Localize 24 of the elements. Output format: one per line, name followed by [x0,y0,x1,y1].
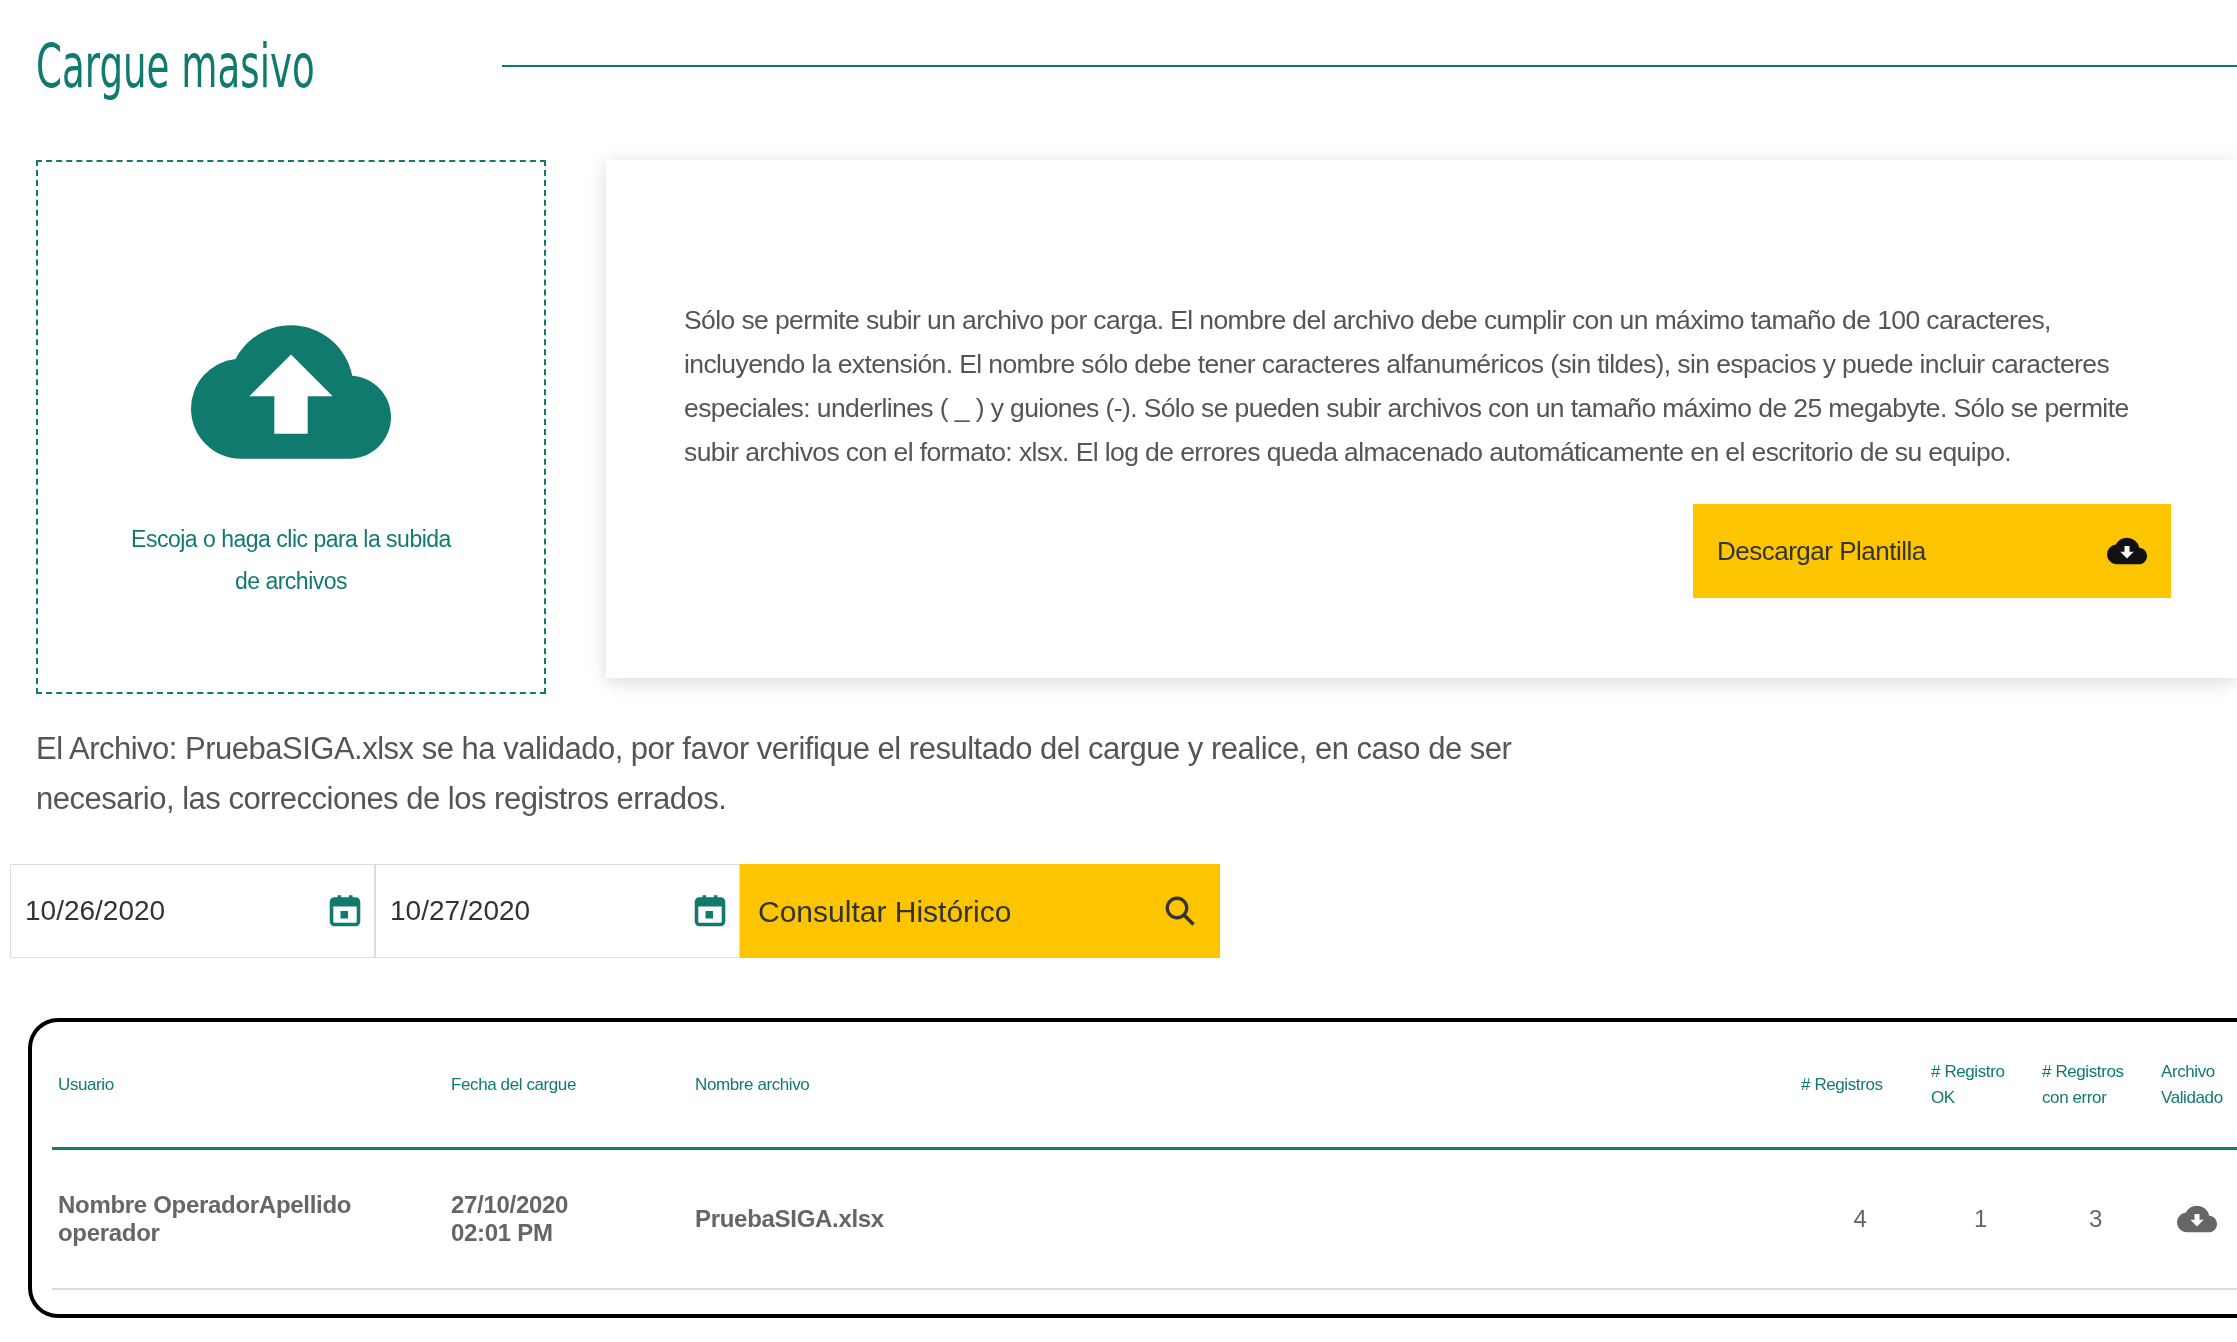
table-cell: PruebaSIGA.xlsx [689,1150,1795,1290]
page-title: Cargue masivo [36,30,315,102]
column-header: Fecha del cargue [445,1022,689,1150]
calendar-icon [692,893,728,929]
column-header: Usuario [52,1022,445,1150]
table-cell: 1 [1925,1150,2036,1290]
column-header: # Registros con error [2036,1022,2155,1150]
history-search-button[interactable]: Consultar Histórico [740,864,1220,958]
column-header: # Registros [1795,1022,1925,1150]
table-cell: 3 [2036,1150,2155,1290]
date-field[interactable]: 10/27/2020 [375,864,740,958]
table-cell: Nombre OperadorApellido operador [52,1150,445,1290]
column-header: Nombre archivo [689,1022,1795,1150]
column-header: # Registro OK [1925,1022,2036,1150]
date-field[interactable]: 10/26/2020 [10,864,375,958]
table-cell: 27/10/2020 02:01 PM [445,1150,689,1290]
calendar-icon [327,893,363,929]
info-text: Sólo se permite subir un archivo por carga. El nombre del archivo debe cumplir con un máximo tamaño de 100 caracteres, incluyendo la extensión. El nombre sólo debe tener caracteres alfanuméricos (sin tildes), sin espacios y puede incluir caracteres especiales: underlines ( _ ) y guiones (-). Sólo se pueden subir archivos con un tamaño máximo de 25 megabyte. Sólo se permite subir archivos con el formato: xlsx. El log de errores queda almacenado automáticamente en el escritorio de su equipo. [684,304,2130,469]
column-header: Archivo Validado [2155,1022,2237,1150]
upload-label: Escoja o haga clic para la subida de archivos [130,525,453,596]
upload-dropzone[interactable]: Escoja o haga clic para la subida de archivos [36,160,546,694]
download-template-button[interactable]: Descargar Plantilla [1693,504,2171,598]
validation-message: El Archivo: PruebaSIGA.xlsx se ha validado, por favor verifique el resultado del cargue y realice, en caso de ser necesario, las correcciones de los registros errados. [36,730,1513,818]
table-cell: 4 [1795,1150,1925,1290]
